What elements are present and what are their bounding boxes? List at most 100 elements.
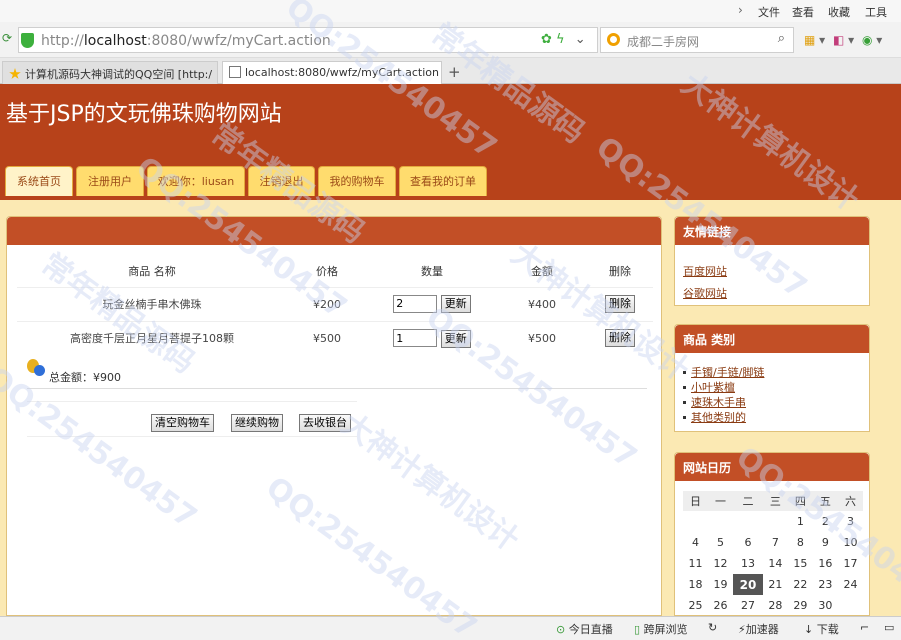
calendar-day[interactable]: 29 [788, 595, 813, 616]
calendar-day[interactable]: 28 [763, 595, 788, 616]
page-content: 基于JSP的文玩佛珠购物网站 系统首页 注册用户 欢迎你：liusan 注销退出… [0, 84, 901, 616]
url-text[interactable]: http://localhost:8080/wwfz/myCart.action [41, 33, 331, 49]
calendar-day[interactable]: 25 [683, 595, 708, 616]
delete-button[interactable]: 删除 [605, 295, 635, 313]
shield-ext-icon[interactable]: ◉ [862, 33, 872, 47]
nav-register[interactable]: 注册用户 [76, 166, 144, 196]
compat-icon[interactable]: ✿ [541, 32, 552, 47]
calendar-weekday: 日 [683, 491, 709, 511]
checkout-button[interactable]: 去收银台 [299, 414, 351, 432]
category-wood-beads[interactable]: 速珠木手串 [683, 395, 869, 410]
menu-view[interactable]: 查看 [792, 4, 814, 20]
quantity-input[interactable] [393, 329, 438, 347]
menu-favorites[interactable]: 收藏 [828, 4, 850, 20]
nav-my-cart[interactable]: 我的购物车 [318, 166, 396, 196]
rocket-icon: ⚡ [738, 623, 746, 636]
browser-addressbar: ⟳ http://localhost:8080/wwfz/myCart.acti… [0, 22, 901, 58]
calendar-day[interactable]: 16 [813, 553, 838, 574]
links-title: 友情链接 [675, 217, 869, 245]
search-icon[interactable]: ⌕ [778, 31, 785, 46]
download-button[interactable]: ↓ 下载 [804, 621, 839, 637]
nav-logout[interactable]: 注销退出 [248, 166, 315, 196]
category-other[interactable]: 其他类别的 [683, 410, 869, 425]
menu-tools[interactable]: 工具 [865, 4, 887, 20]
calendar-day[interactable]: 23 [813, 574, 838, 595]
menu-file[interactable]: 文件 [758, 4, 780, 20]
calendar-day[interactable]: 14 [763, 553, 788, 574]
calendar-day[interactable]: 17 [838, 553, 863, 574]
lightning-icon[interactable]: ϟ [556, 32, 565, 47]
delete-button[interactable]: 删除 [605, 329, 635, 348]
nav-home[interactable]: 系统首页 [5, 166, 73, 196]
calendar-day[interactable]: 24 [838, 574, 863, 595]
calendar-day[interactable]: 8 [788, 532, 813, 553]
link-baidu[interactable]: 百度网站 [683, 263, 869, 279]
calendar-day[interactable]: 10 [838, 532, 863, 553]
calendar-empty-cell [708, 511, 733, 532]
calendar-week-row: 11 12 13 14 15 16 17 [683, 553, 863, 574]
update-button[interactable]: 更新 [440, 329, 471, 348]
cross-screen-button[interactable]: ▯ 跨屏浏览 [634, 621, 688, 637]
calendar-day[interactable]: 4 [683, 532, 708, 553]
url-actions: ✿ ϟ ⌄ [541, 32, 586, 47]
url-field[interactable]: http://localhost:8080/wwfz/myCart.action… [18, 27, 598, 53]
calendar-day[interactable]: 22 [788, 574, 813, 595]
calendar-day[interactable]: 19 [708, 574, 733, 595]
new-tab-button[interactable]: + [448, 63, 461, 81]
tab-qq-space[interactable]: 计算机源码大神调试的QQ空间 [http:/ [2, 61, 218, 84]
calendar-day[interactable]: 20 [733, 574, 763, 595]
calendar-day[interactable]: 26 [708, 595, 733, 616]
apps-icon[interactable]: ▦ [804, 33, 815, 47]
calendar-day[interactable]: 18 [683, 574, 708, 595]
live-button[interactable]: ⊙ 今日直播 [556, 621, 613, 637]
ext-icon[interactable]: ◧ [833, 33, 844, 47]
calendar-day[interactable]: 2 [813, 511, 838, 532]
category-bracelets[interactable]: 手镯/手链/脚链 [683, 365, 869, 380]
categories-title: 商品 类别 [675, 325, 869, 353]
calendar-day[interactable]: 11 [683, 553, 708, 574]
search-engine-icon[interactable] [607, 33, 620, 46]
calendar-day[interactable]: 27 [733, 595, 763, 616]
calendar-day[interactable]: 21 [763, 574, 788, 595]
clear-cart-button[interactable]: 清空购物车 [151, 414, 214, 432]
tab-mycart[interactable]: localhost:8080/wwfz/myCart.action× [222, 61, 442, 84]
chevron-down-icon[interactable]: ⌄ [575, 32, 586, 47]
category-red-sandalwood[interactable]: 小叶紫檀 [683, 380, 869, 395]
links-box: 友情链接 百度网站 谷歌网站 [674, 216, 870, 306]
calendar-weekday: 三 [762, 491, 788, 511]
pin-icon[interactable]: ⌐ [860, 621, 869, 634]
tab-label: 计算机源码大神调试的QQ空间 [http:/ [25, 68, 213, 81]
more-icon[interactable]: ▭ [884, 621, 894, 634]
calendar-week-row: 4 5 6 7 8 9 10 [683, 532, 863, 553]
extension-icons[interactable]: ▦ ▾ ◧ ▾ ◉ ▾ [804, 33, 882, 47]
continue-shopping-button[interactable]: 继续购物 [231, 414, 283, 432]
calendar-weekday: 四 [787, 491, 813, 511]
nav-welcome-user[interactable]: 欢迎你：liusan [147, 166, 245, 196]
link-google[interactable]: 谷歌网站 [683, 285, 869, 301]
accelerator-button[interactable]: ⚡加速器 [738, 621, 779, 637]
chevron-right-icon[interactable]: › [738, 3, 743, 17]
item-name: 高密度千层正月星月菩提子108颗 [17, 320, 287, 355]
calendar-day[interactable]: 15 [788, 553, 813, 574]
calendar-day[interactable]: 30 [813, 595, 838, 616]
calendar-box: 网站日历 日一二三四五六 1 2 3 4 5 6 7 8 9 10 11 12 13 14 15 16 17 18… [674, 452, 870, 616]
calendar-day[interactable]: 1 [788, 511, 813, 532]
nav-my-orders[interactable]: 查看我的订单 [399, 166, 487, 196]
quantity-input[interactable] [393, 294, 438, 313]
page-icon [229, 66, 241, 78]
calendar-day[interactable]: 7 [763, 532, 788, 553]
download-icon: ↓ [804, 623, 814, 636]
calendar-day[interactable]: 5 [708, 532, 733, 553]
calendar-day[interactable]: 3 [838, 511, 863, 532]
calendar-day[interactable]: 6 [733, 532, 763, 553]
cart-panel: 商品 名称 价格 数量 金额 删除 玩金丝楠手串木佛珠 ¥200 更新 ¥400… [6, 216, 662, 616]
search-input[interactable]: 成都二手房网 ⌕ [600, 27, 794, 53]
item-qty-cell: 更新 [367, 320, 497, 355]
calendar-day[interactable]: 13 [733, 553, 763, 574]
reload-icon[interactable]: ⟳ [2, 31, 16, 45]
calendar-day[interactable]: 12 [708, 553, 733, 574]
calendar-day[interactable]: 9 [813, 532, 838, 553]
refresh-status-icon[interactable]: ↻ [708, 621, 717, 634]
money-bag-icon [27, 359, 45, 377]
update-button[interactable]: 更新 [440, 295, 471, 314]
